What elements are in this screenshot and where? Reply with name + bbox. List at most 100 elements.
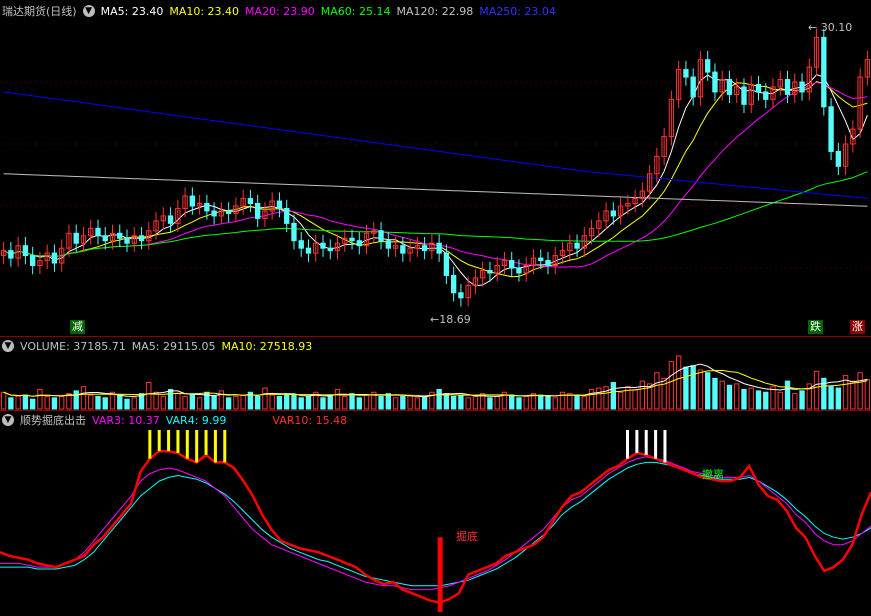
candle-body (436, 242, 442, 254)
candle-body (8, 250, 14, 259)
volume-bar (494, 395, 500, 410)
volume-bar (705, 372, 711, 410)
candle-body (51, 252, 58, 264)
volume-bar (196, 397, 203, 410)
volume-bar (146, 382, 152, 410)
volume-bar (603, 386, 609, 410)
low-price-label: ←18.69 (430, 313, 471, 326)
candle-body (610, 210, 617, 217)
volume-bar (356, 397, 362, 410)
volume-bar (734, 383, 740, 410)
candle-body (225, 210, 232, 214)
bottom-signal-label: 掘底 (456, 530, 478, 543)
volume-bar (777, 391, 783, 410)
volume-bar (675, 355, 682, 410)
candle-body (356, 240, 362, 247)
candle-body (683, 69, 689, 78)
volume-bar (545, 395, 551, 410)
volume-bar (59, 395, 65, 410)
candle-body (509, 260, 515, 269)
volume-bar (117, 394, 123, 410)
volume-bar (487, 397, 493, 410)
price-title: 瑞达期货(日线) (2, 5, 77, 18)
volume-bar (29, 398, 36, 410)
volume-bar (516, 397, 522, 410)
volume-bars (0, 355, 871, 410)
volume-bar (276, 395, 283, 410)
volume-bar (617, 391, 624, 410)
candle-body (211, 210, 217, 217)
volume-bar (44, 395, 50, 410)
volume-bar (320, 397, 326, 410)
volume-bar (225, 397, 232, 410)
volume-bar (763, 391, 769, 410)
volume-bar (726, 384, 733, 410)
candle-body (821, 36, 827, 108)
volume-bar (240, 394, 246, 410)
volume-bar (509, 394, 515, 410)
var4-line (0, 461, 871, 587)
volume-bar (175, 393, 181, 410)
volume-bar (828, 386, 834, 410)
volume-bar (465, 397, 471, 410)
volume-bar (654, 372, 660, 410)
volume-bar (472, 395, 479, 410)
indicator-header: ▼ 顺势掘底出击 VAR3: 10.37 VAR4: 9.99 VAR10: 1… (2, 412, 347, 428)
volume-bar (813, 370, 820, 410)
ma5-value: MA5: 23.40 (100, 4, 164, 18)
volume-bar (327, 394, 333, 410)
chart-canvas (0, 28, 871, 612)
candle-body (29, 255, 36, 267)
volume-bar (269, 394, 275, 410)
candle-body (835, 150, 842, 167)
volume-bar (284, 393, 290, 410)
volume-bar (741, 388, 747, 410)
ma60-line (3, 171, 868, 258)
candle-body (443, 252, 450, 276)
volume-bar (349, 393, 355, 410)
candle-body (545, 260, 551, 267)
ma250-value: MA250: 23.04 (479, 4, 556, 18)
volume-bar (233, 395, 239, 410)
volume-header: ▼ VOLUME: 37185.71 MA5: 29115.05 MA10: 2… (2, 338, 312, 354)
panel-separator-2 (0, 410, 871, 411)
candle-body (705, 59, 711, 73)
panel-separator-1 (0, 336, 871, 337)
volume-bar (574, 394, 580, 410)
volume-value: VOLUME: 37185.71 (20, 339, 126, 353)
escape-signal-label: 撤离 (702, 468, 724, 481)
volume-bar (392, 397, 399, 410)
volume-bar (835, 387, 842, 410)
dropdown-icon[interactable]: ▼ (82, 5, 95, 17)
ma250-line (3, 91, 868, 199)
dropdown-icon[interactable]: ▼ (2, 340, 14, 352)
volume-bar (712, 377, 718, 410)
candle-body (712, 71, 718, 93)
candle-body (726, 79, 733, 95)
volume-ma10-line (3, 369, 868, 397)
volume-bar (443, 393, 450, 410)
candle-body (828, 106, 834, 152)
volume-bar (683, 366, 689, 410)
volume-bar (414, 397, 421, 410)
volume-bar (88, 394, 94, 410)
dropdown-icon[interactable]: ▼ (2, 414, 14, 426)
volume-bar (131, 397, 137, 410)
candle-body (247, 198, 254, 205)
volume-bar (102, 397, 108, 410)
volume-bar (334, 388, 341, 410)
volume-bar (784, 380, 791, 410)
var4-value: VAR4: 9.99 (165, 413, 227, 427)
volume-bar (189, 394, 196, 410)
volume-bar (668, 361, 675, 410)
volume-bar (291, 394, 297, 410)
candle-body (167, 215, 174, 224)
volume-ma5-value: MA5: 29115.05 (131, 339, 216, 353)
volume-bar (755, 390, 762, 410)
ma10-value: MA10: 23.40 (169, 4, 240, 18)
candle-body (574, 242, 580, 249)
volume-bar (523, 395, 529, 410)
volume-bar (850, 380, 856, 410)
volume-bar (436, 388, 442, 410)
volume-bar (153, 391, 159, 410)
